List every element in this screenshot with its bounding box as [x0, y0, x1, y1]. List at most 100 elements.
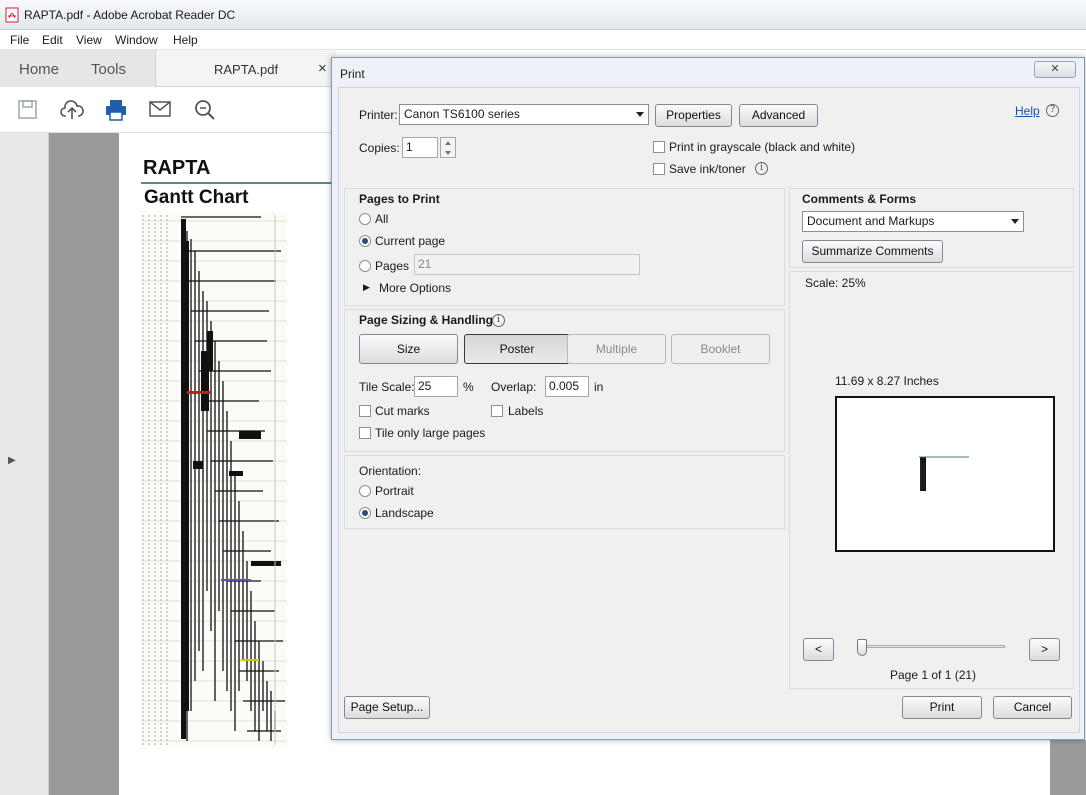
upload-icon[interactable]: [60, 98, 84, 122]
labels-label: Labels: [508, 404, 544, 418]
summarize-comments-button[interactable]: Summarize Comments: [802, 240, 943, 263]
zoom-search-icon[interactable]: [193, 98, 217, 122]
landscape-label: Landscape: [375, 506, 434, 520]
overlap-label: Overlap:: [491, 380, 537, 394]
menu-file[interactable]: File: [10, 33, 29, 47]
current-page-label: Current page: [375, 234, 446, 248]
current-page-radio[interactable]: [359, 235, 371, 247]
print-icon[interactable]: [104, 98, 128, 122]
mail-icon[interactable]: [149, 100, 171, 118]
preview-dimensions: 11.69 x 8.27 Inches: [835, 374, 939, 388]
comments-forms-select[interactable]: Document and Markups: [802, 211, 1024, 232]
print-dialog: Print ✕ Printer: Canon TS6100 series Pro…: [331, 57, 1085, 740]
cancel-button[interactable]: Cancel: [993, 696, 1072, 719]
more-options-label[interactable]: More Options: [379, 281, 451, 295]
chevron-down-icon: [1011, 219, 1019, 224]
poster-button[interactable]: Poster: [464, 334, 570, 364]
pdf-page: RAPTA Gantt Chart: [119, 133, 334, 795]
acrobat-pdf-icon: [5, 7, 19, 23]
page-setup-button[interactable]: Page Setup...: [344, 696, 430, 719]
chevron-up-icon: [445, 141, 451, 145]
copies-label: Copies:: [359, 141, 400, 155]
printer-label: Printer:: [359, 108, 398, 122]
help-link[interactable]: Help: [1015, 104, 1040, 118]
page-sizing-heading: Page Sizing & Handling: [359, 313, 494, 327]
comments-forms-heading: Comments & Forms: [802, 192, 917, 206]
preview-scale: Scale: 25%: [805, 276, 866, 290]
labels-checkbox[interactable]: [491, 405, 503, 417]
preview-slider-thumb[interactable]: [857, 639, 867, 656]
tile-scale-label: Tile Scale:: [359, 380, 415, 394]
chevron-down-icon: [445, 151, 451, 155]
grayscale-checkbox[interactable]: [653, 141, 665, 153]
preview-slider-track[interactable]: [862, 645, 1005, 648]
copies-input[interactable]: 1: [402, 137, 438, 158]
pages-range-label: Pages: [375, 259, 410, 273]
tile-large-checkbox[interactable]: [359, 427, 371, 439]
properties-button[interactable]: Properties: [655, 104, 732, 127]
left-nav-pane: ▶: [0, 133, 49, 795]
preview-gantt-thumbnail: [919, 456, 969, 491]
orientation-heading: Orientation:: [359, 464, 422, 478]
overlap-unit: in: [594, 380, 604, 394]
printer-select[interactable]: Canon TS6100 series: [399, 104, 649, 125]
tab-bar: Home Tools RAPTA.pdf ×: [0, 50, 336, 87]
menu-help[interactable]: Help: [173, 33, 198, 47]
menu-window[interactable]: Window: [115, 33, 158, 47]
printer-select-value: Canon TS6100 series: [404, 107, 520, 121]
portrait-radio[interactable]: [359, 485, 371, 497]
menu-bar: File Edit View Window Help: [0, 30, 1086, 50]
multiple-button[interactable]: Multiple: [567, 334, 666, 364]
cut-marks-checkbox[interactable]: [359, 405, 371, 417]
tab-document[interactable]: RAPTA.pdf: [214, 62, 278, 77]
document-title: RAPTA: [143, 157, 211, 179]
menu-view[interactable]: View: [76, 33, 102, 47]
window-titlebar: RAPTA.pdf - Adobe Acrobat Reader DC: [0, 0, 1086, 30]
booklet-button[interactable]: Booklet: [671, 334, 770, 364]
size-button[interactable]: Size: [359, 334, 458, 364]
window-title: RAPTA.pdf - Adobe Acrobat Reader DC: [24, 8, 236, 22]
advanced-button[interactable]: Advanced: [739, 104, 818, 127]
document-subtitle: Gantt Chart: [144, 187, 249, 208]
document-background-right: [1050, 740, 1086, 795]
pages-range-input[interactable]: 21: [414, 254, 640, 275]
dialog-close-button[interactable]: ✕: [1034, 61, 1076, 78]
title-rule: [141, 182, 334, 184]
save-icon[interactable]: [17, 99, 39, 121]
menu-edit[interactable]: Edit: [42, 33, 63, 47]
toolbar: [0, 87, 336, 133]
preview-prev-button[interactable]: <: [803, 638, 834, 661]
comments-forms-value: Document and Markups: [807, 214, 935, 228]
pages-to-print-heading: Pages to Print: [359, 192, 440, 206]
help-info-icon[interactable]: ?: [1046, 104, 1059, 117]
tile-large-label: Tile only large pages: [375, 426, 486, 440]
cut-marks-label: Cut marks: [375, 404, 430, 418]
page-sizing-info-icon[interactable]: i: [492, 314, 505, 327]
expand-pane-icon[interactable]: ▶: [8, 455, 16, 466]
save-ink-checkbox[interactable]: [653, 163, 665, 175]
landscape-radio[interactable]: [359, 507, 371, 519]
tab-tools[interactable]: Tools: [91, 61, 126, 78]
save-ink-label: Save ink/toner: [669, 162, 746, 176]
preview-page-info: Page 1 of 1 (21): [890, 668, 977, 682]
all-pages-label: All: [375, 212, 389, 226]
overlap-input[interactable]: 0.005: [545, 376, 589, 397]
tile-scale-input[interactable]: 25: [414, 376, 458, 397]
dialog-title: Print: [340, 67, 365, 81]
document-background: [49, 133, 119, 795]
print-preview: [835, 396, 1055, 552]
save-ink-info-icon[interactable]: i: [755, 162, 768, 175]
chevron-down-icon: [636, 112, 644, 117]
gantt-chart-thumbnail: [141, 211, 287, 749]
tab-home[interactable]: Home: [19, 61, 59, 78]
portrait-label: Portrait: [375, 484, 414, 498]
preview-next-button[interactable]: >: [1029, 638, 1060, 661]
tile-scale-percent: %: [463, 380, 474, 394]
copies-stepper[interactable]: [440, 137, 456, 158]
close-tab-icon[interactable]: ×: [318, 60, 327, 77]
expand-arrow-icon[interactable]: ▶: [363, 282, 370, 293]
print-button[interactable]: Print: [902, 696, 982, 719]
all-pages-radio[interactable]: [359, 213, 371, 225]
pages-range-radio[interactable]: [359, 260, 371, 272]
grayscale-label: Print in grayscale (black and white): [669, 140, 856, 154]
